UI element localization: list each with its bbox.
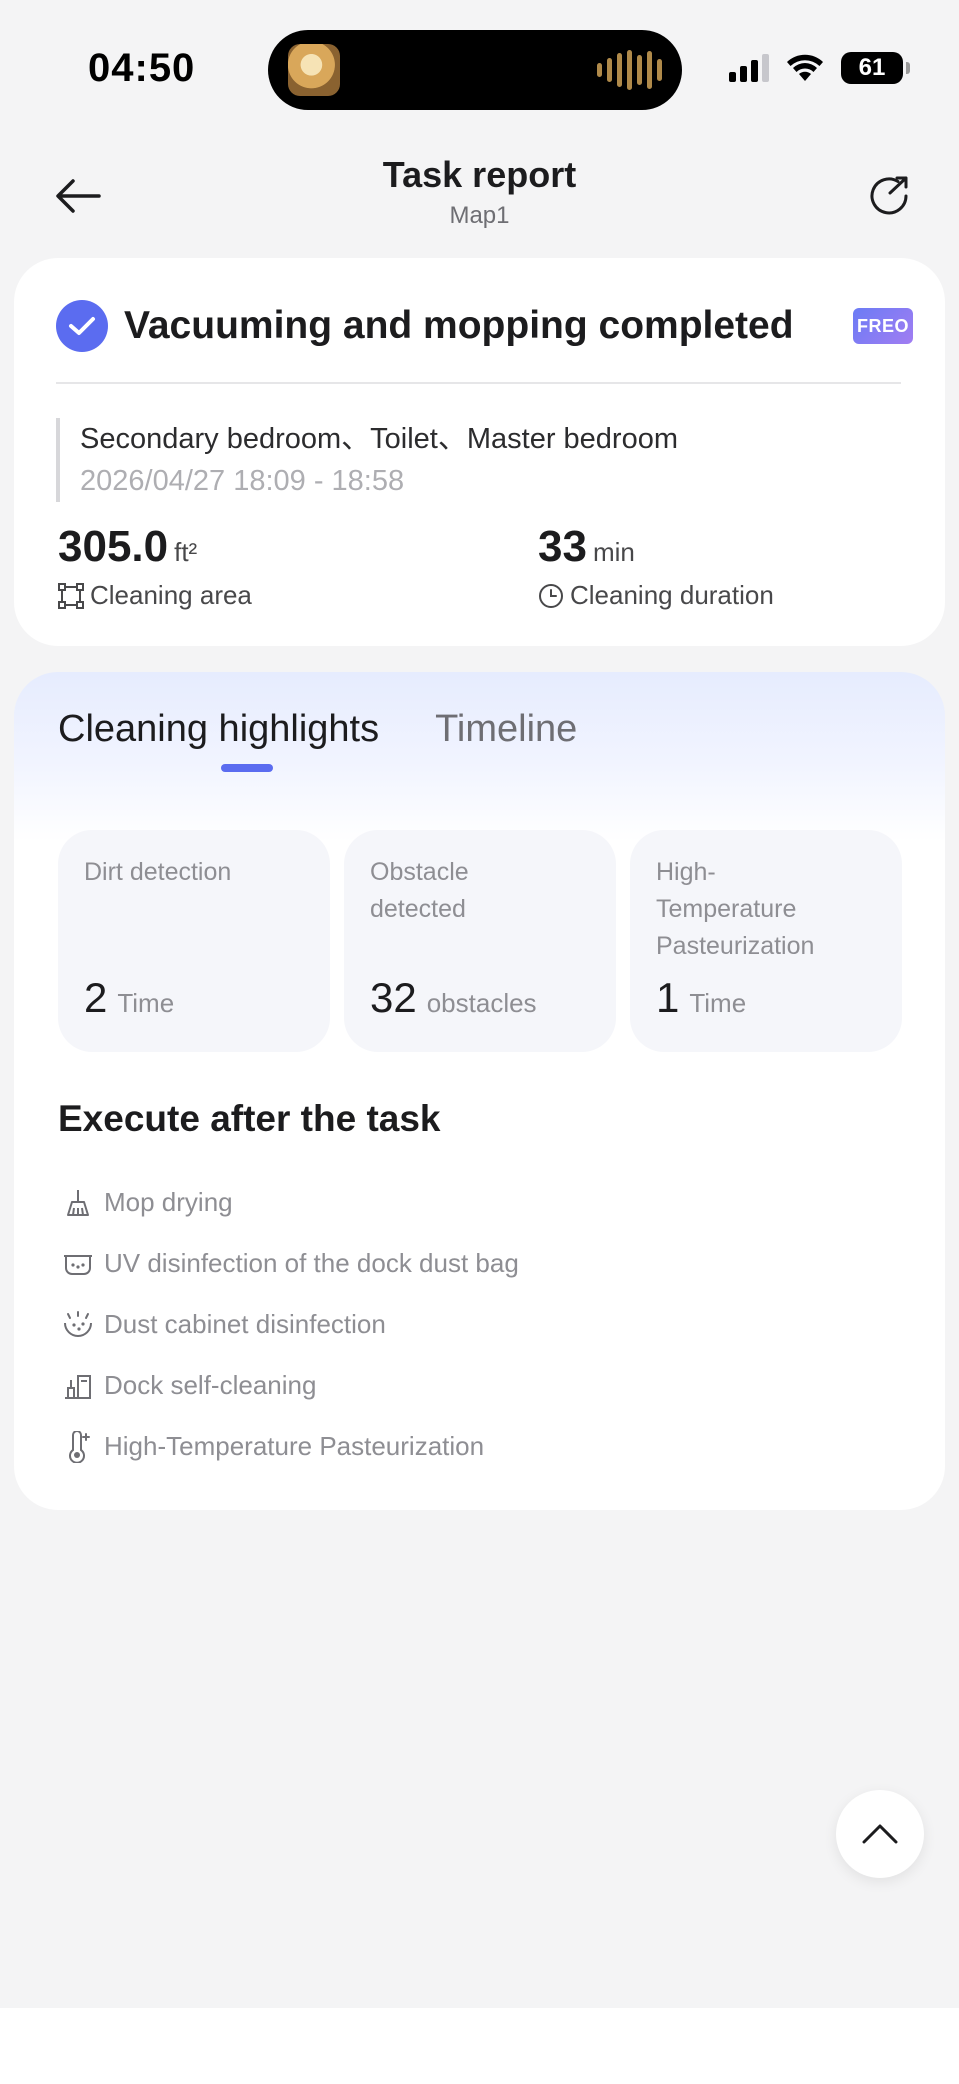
dust-bag-icon <box>58 1244 98 1284</box>
list-item: Dock self-cleaning <box>58 1355 519 1416</box>
clock-icon <box>539 583 563 608</box>
cleaning-duration-unit: min <box>592 537 635 567</box>
chevron-up-icon <box>862 1824 898 1844</box>
metric-value: 1 <box>656 974 680 1021</box>
map-name: Map1 <box>449 202 510 229</box>
freo-badge: FREO <box>853 308 913 344</box>
scroll-to-top-button[interactable] <box>836 1790 924 1878</box>
cleaning-duration-stat: 33 min Cleaning duration <box>538 522 774 611</box>
metric-obstacle-detected: Obstacle detected 32 obstacles <box>344 830 616 1052</box>
cleaning-area-stat: 305.0 ft² Cleaning area <box>58 522 252 611</box>
nav-header: Task report Map1 <box>0 140 959 240</box>
divider <box>56 382 901 384</box>
battery-level: 61 <box>858 54 886 81</box>
cleaning-area-unit: ft² <box>174 537 198 567</box>
task-report-screen: 04:50 61 Task report Map1 Vacuuming and … <box>0 0 959 2084</box>
cellular-signal-icon <box>729 54 769 82</box>
page-title: Task report <box>382 154 577 195</box>
tab-timeline[interactable]: Timeline <box>435 708 577 773</box>
metric-unit: obstacles <box>426 988 537 1018</box>
bottom-safe-area <box>0 2008 959 2084</box>
list-item: UV disinfection of the dock dust bag <box>58 1233 519 1294</box>
active-tab-indicator <box>221 764 273 772</box>
highlights-card: Cleaning highlights Timeline Dirt detect… <box>14 672 945 1510</box>
metric-label: Obstacle detected <box>370 858 469 923</box>
share-button[interactable] <box>863 168 919 224</box>
metric-high-temp-pasteurization: High-Temperature Pasteurization 1 Time <box>630 830 902 1052</box>
report-tabs: Cleaning highlights Timeline <box>58 708 577 773</box>
cleaning-area-label: Cleaning area <box>90 580 252 610</box>
post-task-list: Mop drying UV disinfection of the dock d… <box>58 1172 519 1477</box>
audio-waveform-icon <box>597 50 662 90</box>
cabinet-disinfect-icon <box>58 1305 98 1345</box>
list-item: Dust cabinet disinfection <box>58 1294 519 1355</box>
summary-card: Vacuuming and mopping completed FREO Sec… <box>14 258 945 646</box>
area-frame-icon <box>58 582 84 609</box>
share-arrow-icon <box>870 176 908 215</box>
status-bar: 04:50 61 <box>0 0 959 120</box>
status-time: 04:50 <box>88 46 196 90</box>
dock-clean-icon <box>58 1366 98 1406</box>
metric-unit: Time <box>689 988 747 1018</box>
metric-value: 2 <box>84 974 108 1021</box>
metric-label: High-Temperature Pasteurization <box>656 858 815 960</box>
cleaning-duration-value: 33 <box>538 522 587 571</box>
list-item: Mop drying <box>58 1172 519 1233</box>
execute-after-task-title: Execute after the task <box>58 1098 441 1139</box>
completion-status: Vacuuming and mopping completed FREO <box>56 298 913 354</box>
now-playing-artwork <box>288 44 340 96</box>
highlight-metrics: Dirt detection 2 Time Obstacle detected … <box>58 830 902 1052</box>
battery-icon: 61 <box>841 52 910 84</box>
check-circle-icon <box>56 300 108 352</box>
metric-value: 32 <box>370 974 417 1021</box>
status-indicators: 61 <box>729 52 910 84</box>
metric-dirt-detection: Dirt detection 2 Time <box>58 830 330 1052</box>
mop-icon <box>58 1183 98 1223</box>
list-item: High-Temperature Pasteurization <box>58 1416 519 1477</box>
rooms-block: Secondary bedroom、Toilet、Master bedroom … <box>56 418 905 502</box>
dynamic-island[interactable] <box>268 30 682 110</box>
tab-cleaning-highlights[interactable]: Cleaning highlights <box>58 708 379 773</box>
wifi-icon <box>787 54 823 81</box>
cleaning-duration-label: Cleaning duration <box>570 580 774 610</box>
cleaned-rooms: Secondary bedroom、Toilet、Master bedroom <box>80 423 678 455</box>
metric-unit: Time <box>117 988 175 1018</box>
cleaning-area-value: 305.0 <box>58 522 169 571</box>
cleaning-time-range: 2026/04/27 18:09 - 18:58 <box>80 465 405 497</box>
metric-label: Dirt detection <box>84 858 232 886</box>
thermometer-icon <box>58 1427 98 1467</box>
completion-status-text: Vacuuming and mopping completed <box>124 304 794 347</box>
